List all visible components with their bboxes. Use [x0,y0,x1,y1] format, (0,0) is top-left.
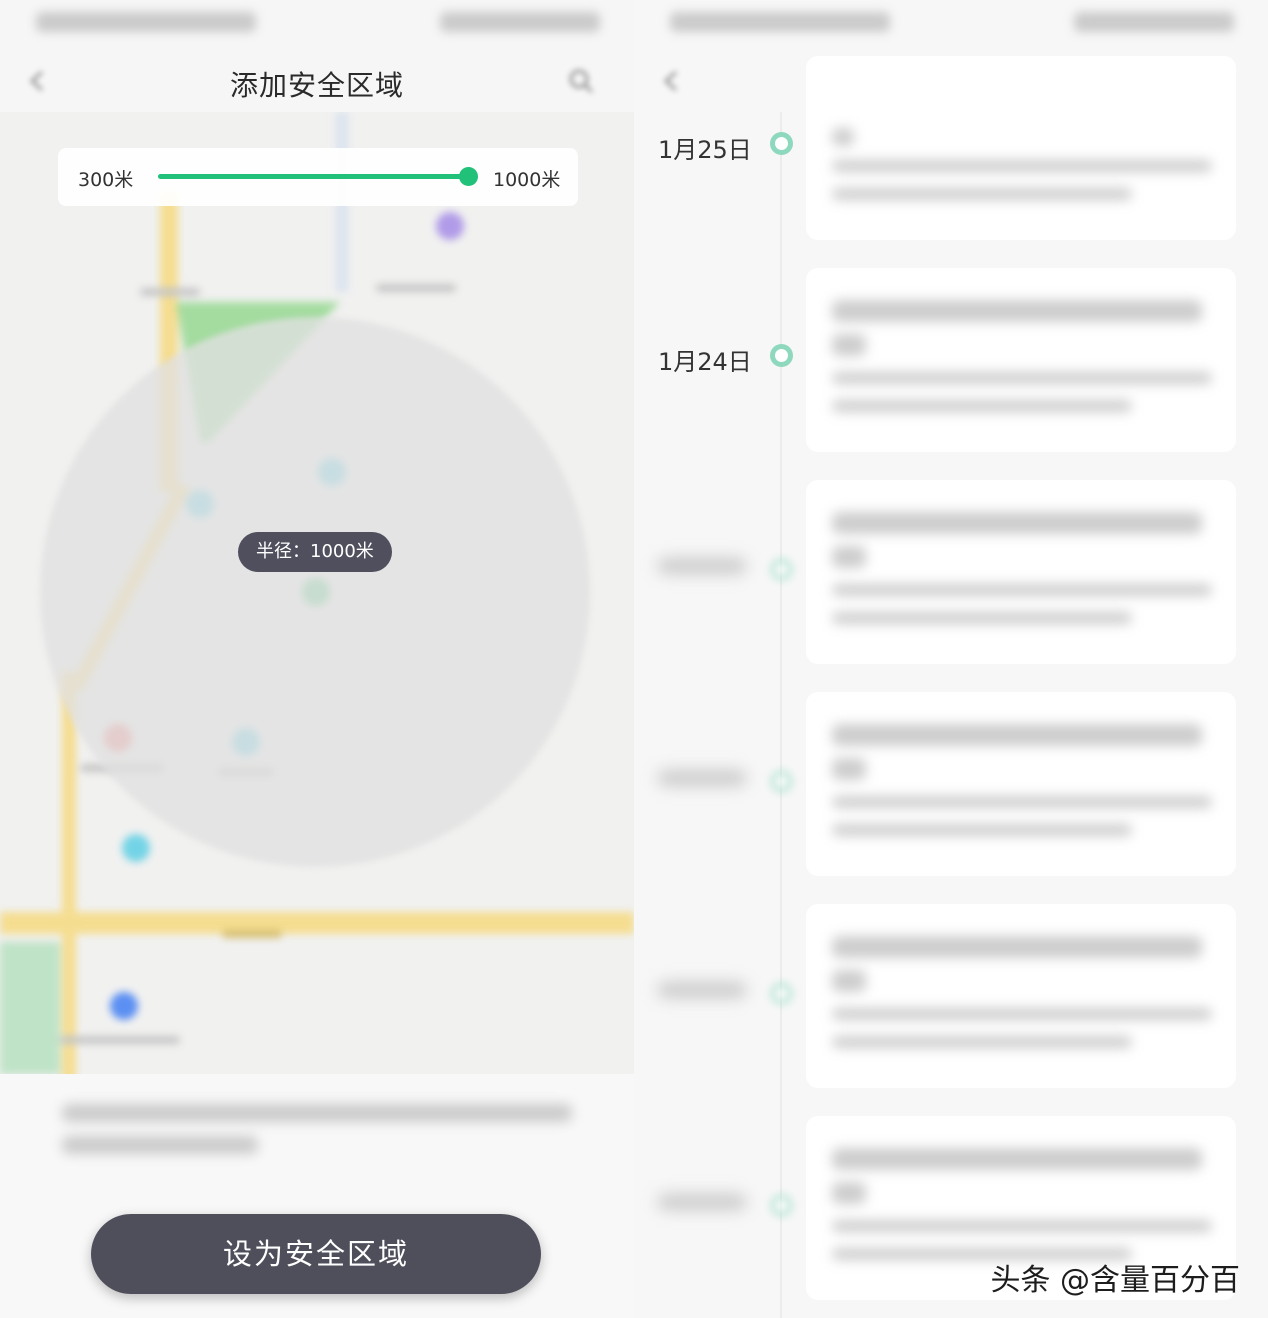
map-park [0,942,60,1074]
card-title-blurred [832,970,866,992]
safe-zone-screen: 添加安全区域 半径：1000米 300米 1000米 设为安全区域 [0,0,634,1318]
navbar: 添加安全区域 [0,50,634,112]
card-text-blurred [832,1220,1212,1232]
slider-fill [158,174,468,179]
timeline-date [658,978,746,998]
timeline-card[interactable] [806,904,1236,1088]
card-title-blurred [832,758,866,780]
timeline-card[interactable] [806,480,1236,664]
timeline-date [658,554,746,574]
card-title-blurred [832,546,866,568]
timeline-card[interactable] [806,692,1236,876]
timeline-dot-icon [770,770,793,793]
card-text-blurred [832,128,854,146]
map-poi-icon [436,212,464,240]
timeline-dot-icon [770,558,793,581]
map-view[interactable]: 半径：1000米 [0,112,634,1074]
status-bar-right [1074,12,1234,32]
timeline-date [658,766,746,786]
search-icon[interactable] [566,66,596,96]
card-title-blurred [832,334,866,356]
card-text-blurred [832,372,1212,384]
map-poi-label [140,288,200,296]
life-track-screen: 生活轨迹 1月25日 1月24日 [634,0,1268,1318]
card-text-blurred [832,160,1212,172]
card-text-blurred [832,1036,1132,1048]
page-title: 添加安全区域 [229,69,404,102]
watermark: 头条 @含量百分百 [990,1263,1240,1298]
status-bar-left [36,12,256,32]
status-bar [0,0,634,44]
address-text-blurred [62,1136,258,1154]
timeline-card[interactable] [806,268,1236,452]
map-road [0,912,634,934]
map-poi-label [376,284,456,292]
card-text-blurred [832,824,1132,836]
card-text-blurred [832,1008,1212,1020]
card-text-blurred [832,188,1132,200]
map-poi-icon [122,834,150,862]
map-poi-icon [110,992,138,1020]
date-text-blurred [658,1194,746,1210]
timeline-card[interactable] [806,56,1236,240]
timeline-date: 1月25日 [658,136,752,164]
timeline-date [658,1190,746,1210]
status-bar [634,0,1268,44]
radius-label: 半径：1000米 [238,532,392,572]
map-poi-label [60,1036,180,1044]
timeline-date: 1月24日 [658,348,752,376]
card-text-blurred [832,584,1212,596]
status-bar-right [440,12,600,32]
card-title-blurred [832,1148,1202,1170]
timeline-dot-icon [770,982,793,1005]
card-title-blurred [832,936,1202,958]
card-title-blurred [832,300,1202,322]
timeline-dot-icon [770,1194,793,1217]
date-text-blurred [658,770,746,786]
map-road-label [222,930,282,938]
slider-thumb[interactable] [458,167,478,186]
slider-max-label: 1000米 [493,169,561,191]
date-text-blurred [658,558,746,574]
card-text-blurred [832,400,1132,412]
timeline-line [780,112,782,1318]
card-title-blurred [832,1182,866,1204]
card-text-blurred [832,612,1132,624]
safe-zone-circle [40,317,590,867]
address-text-blurred [62,1104,572,1122]
card-title-blurred [832,724,1202,746]
date-text-blurred [658,982,746,998]
slider-min-label: 300米 [78,169,134,191]
set-safe-zone-button[interactable]: 设为安全区域 [91,1214,541,1294]
timeline-dot-icon [770,132,793,155]
card-title-blurred [832,512,1202,534]
map-road [62,672,76,1074]
timeline-dot-icon [770,344,793,367]
radius-slider-card: 300米 1000米 [58,148,578,206]
card-text-blurred [832,796,1212,808]
radius-slider[interactable] [158,167,478,186]
status-bar-left [670,12,890,32]
